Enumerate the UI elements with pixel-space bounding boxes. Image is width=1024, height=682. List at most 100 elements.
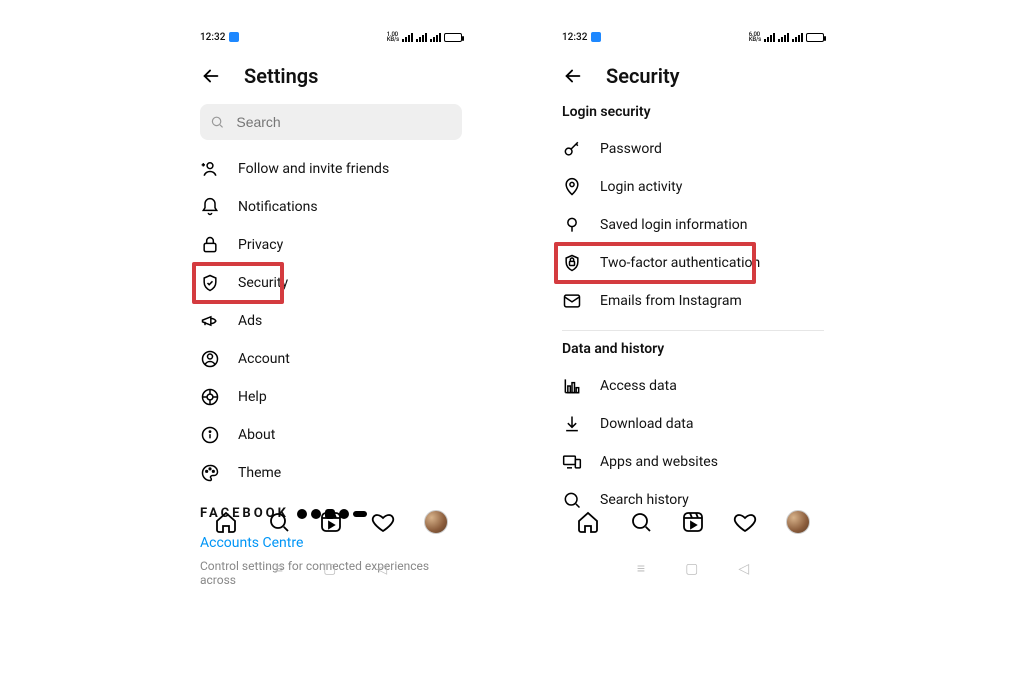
nav-home[interactable] [214,510,238,534]
settings-item-label: Help [238,389,267,405]
security-item-label: Login activity [600,179,682,195]
sys-home-icon[interactable]: ▢ [323,561,336,577]
signal-icon-1 [764,33,775,42]
settings-item-label: Theme [238,465,281,481]
page-title: Settings [244,64,318,88]
search-icon [210,114,224,130]
battery-icon [444,33,462,42]
sys-recent-icon[interactable]: ≡ [275,560,283,577]
security-screen: 12:32 6.00KB/s Security Login security [562,28,824,587]
security-item-label: Saved login information [600,217,748,233]
account-icon [200,349,220,369]
info-icon [200,425,220,445]
status-bar: 12:32 6.00KB/s [562,28,824,46]
page-title: Security [606,64,680,88]
nav-search[interactable] [629,510,653,534]
nav-reels[interactable] [681,510,705,534]
app-bar: Settings [200,60,462,92]
palette-icon [200,463,220,483]
wifi-icon [792,33,803,42]
settings-item-security[interactable]: Security [200,264,462,302]
security-item-access-data[interactable]: Access data [562,367,824,405]
bottom-nav [200,499,462,545]
mail-icon [562,291,582,311]
network-indicator-1: 6.00KB/s [749,32,761,42]
bell-icon [200,197,220,217]
battery-icon [806,33,824,42]
wifi-icon [430,33,441,42]
devices-icon [562,452,582,472]
settings-item-follow-invite[interactable]: Follow and invite friends [200,150,462,188]
security-item-label: Access data [600,378,677,394]
settings-item-label: About [238,427,275,443]
security-item-label: Apps and websites [600,454,718,470]
security-item-saved-login[interactable]: Saved login information [562,206,824,244]
security-item-label: Password [600,141,662,157]
app-bar: Security [562,60,824,92]
security-item-login-activity[interactable]: Login activity [562,168,824,206]
section-login-security: Login security [562,104,824,120]
settings-item-label: Privacy [238,237,283,253]
settings-item-account[interactable]: Account [200,340,462,378]
search-box[interactable] [200,104,462,140]
settings-item-privacy[interactable]: Privacy [200,226,462,264]
bottom-nav [562,499,824,545]
nav-home[interactable] [576,510,600,534]
nav-activity[interactable] [371,510,395,534]
section-data-history: Data and history [562,341,824,357]
settings-item-label: Ads [238,313,262,329]
status-indicators: 6.00KB/s [749,32,824,42]
key-icon [562,139,582,159]
security-item-label: Download data [600,416,694,432]
signal-icon-2 [416,33,427,42]
nav-reels[interactable] [319,510,343,534]
settings-item-about[interactable]: About [200,416,462,454]
sys-back-icon[interactable]: ◁ [738,561,749,577]
back-button[interactable] [200,65,222,87]
system-nav: ≡ ▢ ◁ [200,560,462,577]
sys-recent-icon[interactable]: ≡ [637,560,645,577]
network-indicator-1: 1.00KB/s [387,32,399,42]
security-item-password[interactable]: Password [562,130,824,168]
security-item-download-data[interactable]: Download data [562,405,824,443]
nav-profile-avatar[interactable] [786,510,810,534]
settings-item-ads[interactable]: Ads [200,302,462,340]
security-item-apps-websites[interactable]: Apps and websites [562,443,824,481]
nav-profile-avatar[interactable] [424,510,448,534]
status-app-badge [591,32,601,42]
security-item-label: Emails from Instagram [600,293,742,309]
status-app-badge [229,32,239,42]
status-time: 12:32 [562,32,587,43]
section-divider [562,330,824,331]
status-indicators: 1.00KB/s [387,32,462,42]
nav-activity[interactable] [733,510,757,534]
location-icon [562,177,582,197]
status-bar: 12:32 1.00KB/s [200,28,462,46]
security-item-two-factor[interactable]: Two-factor authentication [562,244,824,282]
shield-lock-icon [562,253,582,273]
chart-icon [562,376,582,396]
search-input[interactable] [234,113,452,131]
back-button[interactable] [562,65,584,87]
security-item-emails[interactable]: Emails from Instagram [562,282,824,320]
settings-item-notifications[interactable]: Notifications [200,188,462,226]
status-time: 12:32 [200,32,225,43]
settings-item-theme[interactable]: Theme [200,454,462,492]
key-hole-icon [562,215,582,235]
add-user-icon [200,159,220,179]
settings-item-label: Account [238,351,290,367]
nav-search[interactable] [267,510,291,534]
sys-home-icon[interactable]: ▢ [685,561,698,577]
settings-item-label: Follow and invite friends [238,161,389,177]
megaphone-icon [200,311,220,331]
settings-item-label: Notifications [238,199,318,215]
shield-check-icon [200,273,220,293]
system-nav: ≡ ▢ ◁ [562,560,824,577]
security-item-label: Two-factor authentication [600,255,760,271]
settings-screen: 12:32 1.00KB/s Settings [200,28,462,587]
sys-back-icon[interactable]: ◁ [376,561,387,577]
download-icon [562,414,582,434]
settings-item-help[interactable]: Help [200,378,462,416]
lock-icon [200,235,220,255]
settings-item-label: Security [238,275,288,291]
